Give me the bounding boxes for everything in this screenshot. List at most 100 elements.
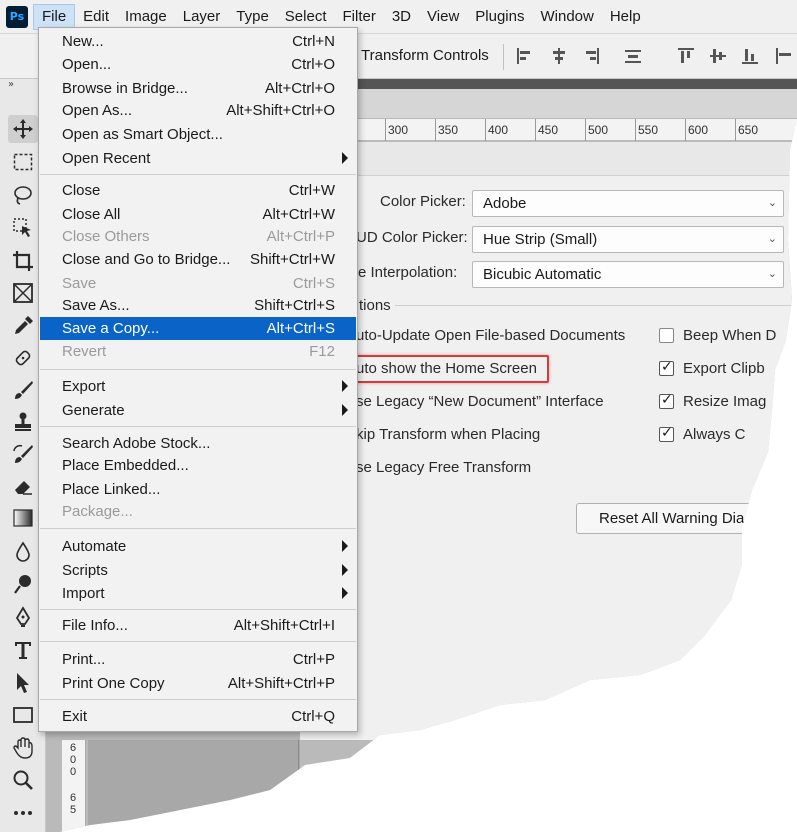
menu-select[interactable]: Select bbox=[277, 4, 335, 30]
align-right-icon[interactable] bbox=[582, 47, 600, 65]
menu-image[interactable]: Image bbox=[117, 4, 175, 30]
menu-item-open-as[interactable]: Open As... Alt+Shift+Ctrl+O bbox=[40, 99, 356, 122]
menu-item-generate[interactable]: Generate bbox=[40, 399, 356, 422]
menu-type[interactable]: Type bbox=[228, 4, 277, 30]
menu-item-close-all[interactable]: Close All Alt+Ctrl+W bbox=[40, 203, 356, 226]
align-middle-icon[interactable] bbox=[709, 47, 727, 65]
menu-item-shortcut: F12 bbox=[309, 343, 335, 360]
align-center-icon[interactable] bbox=[550, 47, 568, 65]
lasso-tool-icon[interactable] bbox=[8, 181, 38, 209]
vruler-digit: 0 bbox=[69, 766, 77, 778]
menu-window[interactable]: Window bbox=[532, 4, 601, 30]
menu-item-scripts[interactable]: Scripts bbox=[40, 559, 356, 582]
beep-checkbox[interactable] bbox=[659, 328, 674, 343]
color-picker-select[interactable]: Adobe ⌄ bbox=[472, 190, 784, 217]
beep-option[interactable]: Beep When D bbox=[683, 327, 776, 344]
section-divider bbox=[395, 305, 797, 306]
zoom-tool-icon[interactable] bbox=[8, 766, 38, 794]
more-tools-icon[interactable] bbox=[8, 799, 38, 827]
menu-3d[interactable]: 3D bbox=[384, 4, 419, 30]
object-selection-tool-icon[interactable] bbox=[8, 214, 38, 242]
pen-tool-icon[interactable] bbox=[8, 603, 38, 631]
menu-item-automate[interactable]: Automate bbox=[40, 535, 356, 558]
menu-view[interactable]: View bbox=[419, 4, 467, 30]
menu-item-open[interactable]: Open... Ctrl+O bbox=[40, 53, 356, 76]
always-option[interactable]: Always C bbox=[683, 426, 746, 443]
always-checkbox[interactable] bbox=[659, 425, 674, 442]
auto-update-option[interactable]: uto-Update Open File-based Documents bbox=[356, 327, 625, 344]
healing-brush-tool-icon[interactable] bbox=[8, 344, 38, 372]
skip-transform-option[interactable]: kip Transform when Placing bbox=[356, 426, 540, 443]
menu-item-save-as[interactable]: Save As... Shift+Ctrl+S bbox=[40, 294, 356, 317]
ruler-tickline bbox=[535, 119, 536, 141]
eyedropper-tool-icon[interactable] bbox=[8, 312, 38, 340]
rectangle-tool-icon[interactable] bbox=[8, 701, 38, 729]
callout-highlight bbox=[341, 355, 549, 383]
menu-item-shortcut: Alt+Ctrl+S bbox=[266, 320, 335, 337]
frame-tool-icon[interactable] bbox=[8, 279, 38, 307]
menu-file[interactable]: File bbox=[33, 3, 76, 30]
menu-item-print[interactable]: Print... Ctrl+P bbox=[40, 648, 356, 671]
distribute-icon[interactable] bbox=[624, 47, 642, 65]
resize-image-option[interactable]: Resize Imag bbox=[683, 393, 766, 410]
resize-image-checkbox[interactable] bbox=[659, 392, 674, 409]
marquee-tool-icon[interactable] bbox=[8, 148, 38, 176]
menu-filter[interactable]: Filter bbox=[335, 4, 384, 30]
align-bottom-icon[interactable] bbox=[741, 47, 759, 65]
menu-edit[interactable]: Edit bbox=[75, 4, 117, 30]
hand-tool-icon[interactable] bbox=[8, 734, 38, 762]
menu-item-label: Revert bbox=[62, 343, 107, 360]
menu-item-export[interactable]: Export bbox=[40, 375, 356, 398]
menu-item-close-go-bridge[interactable]: Close and Go to Bridge... Shift+Ctrl+W bbox=[40, 248, 356, 271]
menu-item-shortcut: Ctrl+W bbox=[288, 182, 335, 199]
align-extra-icon[interactable] bbox=[775, 47, 793, 65]
align-top-icon[interactable] bbox=[677, 47, 695, 65]
dodge-tool-icon[interactable] bbox=[8, 570, 38, 598]
vruler-digit: 6 bbox=[69, 742, 77, 754]
history-brush-tool-icon[interactable] bbox=[8, 440, 38, 468]
menu-item-label: Place Embedded... bbox=[62, 457, 189, 474]
menu-item-new[interactable]: New... Ctrl+N bbox=[40, 30, 356, 53]
hud-color-picker-select[interactable]: Hue Strip (Small) ⌄ bbox=[472, 226, 784, 253]
menu-item-import[interactable]: Import bbox=[40, 582, 356, 605]
interpolation-select[interactable]: Bicubic Automatic ⌄ bbox=[472, 261, 784, 288]
menu-item-label: Package... bbox=[62, 503, 133, 520]
brush-tool-icon[interactable] bbox=[8, 376, 38, 404]
type-tool-icon[interactable] bbox=[8, 636, 38, 664]
menu-item-file-info[interactable]: File Info... Alt+Shift+Ctrl+I bbox=[40, 614, 356, 637]
menu-item-save-a-copy[interactable]: Save a Copy... Alt+Ctrl+S bbox=[40, 317, 356, 340]
menu-item-close[interactable]: Close Ctrl+W bbox=[40, 179, 356, 202]
gradient-tool-icon[interactable] bbox=[8, 504, 38, 532]
eraser-tool-icon[interactable] bbox=[8, 472, 38, 500]
menu-item-print-one-copy[interactable]: Print One Copy Alt+Shift+Ctrl+P bbox=[40, 672, 356, 695]
canvas-edge bbox=[298, 740, 299, 832]
menu-plugins[interactable]: Plugins bbox=[467, 4, 532, 30]
menu-item-search-adobe-stock[interactable]: Search Adobe Stock... bbox=[40, 432, 356, 455]
move-tool-icon[interactable] bbox=[8, 115, 38, 143]
clone-stamp-tool-icon[interactable] bbox=[8, 408, 38, 436]
reset-warnings-button[interactable]: Reset All Warning Dia bbox=[576, 503, 797, 534]
legacy-free-transform-option[interactable]: se Legacy Free Transform bbox=[356, 459, 531, 476]
legacy-new-document-option[interactable]: se Legacy “New Document” Interface bbox=[356, 393, 604, 410]
submenu-arrow-icon bbox=[342, 540, 348, 552]
transform-controls-label[interactable]: Transform Controls bbox=[361, 47, 489, 64]
menu-item-open-recent[interactable]: Open Recent bbox=[40, 147, 356, 170]
export-clipboard-option[interactable]: Export Clipb bbox=[683, 360, 765, 377]
blur-tool-icon[interactable] bbox=[8, 538, 38, 566]
ruler-tick: 550 bbox=[638, 123, 659, 137]
options-divider bbox=[503, 44, 504, 70]
export-clipboard-checkbox[interactable] bbox=[659, 359, 674, 376]
menu-item-place-linked[interactable]: Place Linked... bbox=[40, 478, 356, 501]
menu-layer[interactable]: Layer bbox=[175, 4, 229, 30]
canvas-area bbox=[88, 740, 300, 832]
menu-item-open-smart-object[interactable]: Open as Smart Object... bbox=[40, 123, 356, 146]
menu-item-place-embedded[interactable]: Place Embedded... bbox=[40, 454, 356, 477]
menu-item-exit[interactable]: Exit Ctrl+Q bbox=[40, 705, 356, 728]
menu-help[interactable]: Help bbox=[602, 4, 649, 30]
menu-item-browse-in-bridge[interactable]: Browse in Bridge... Alt+Ctrl+O bbox=[40, 77, 356, 100]
crop-tool-icon[interactable] bbox=[8, 247, 38, 275]
ruler-tickline bbox=[635, 119, 636, 141]
collapse-icon[interactable]: » bbox=[8, 79, 14, 90]
align-left-icon[interactable] bbox=[516, 47, 534, 65]
path-selection-tool-icon[interactable] bbox=[8, 669, 38, 697]
